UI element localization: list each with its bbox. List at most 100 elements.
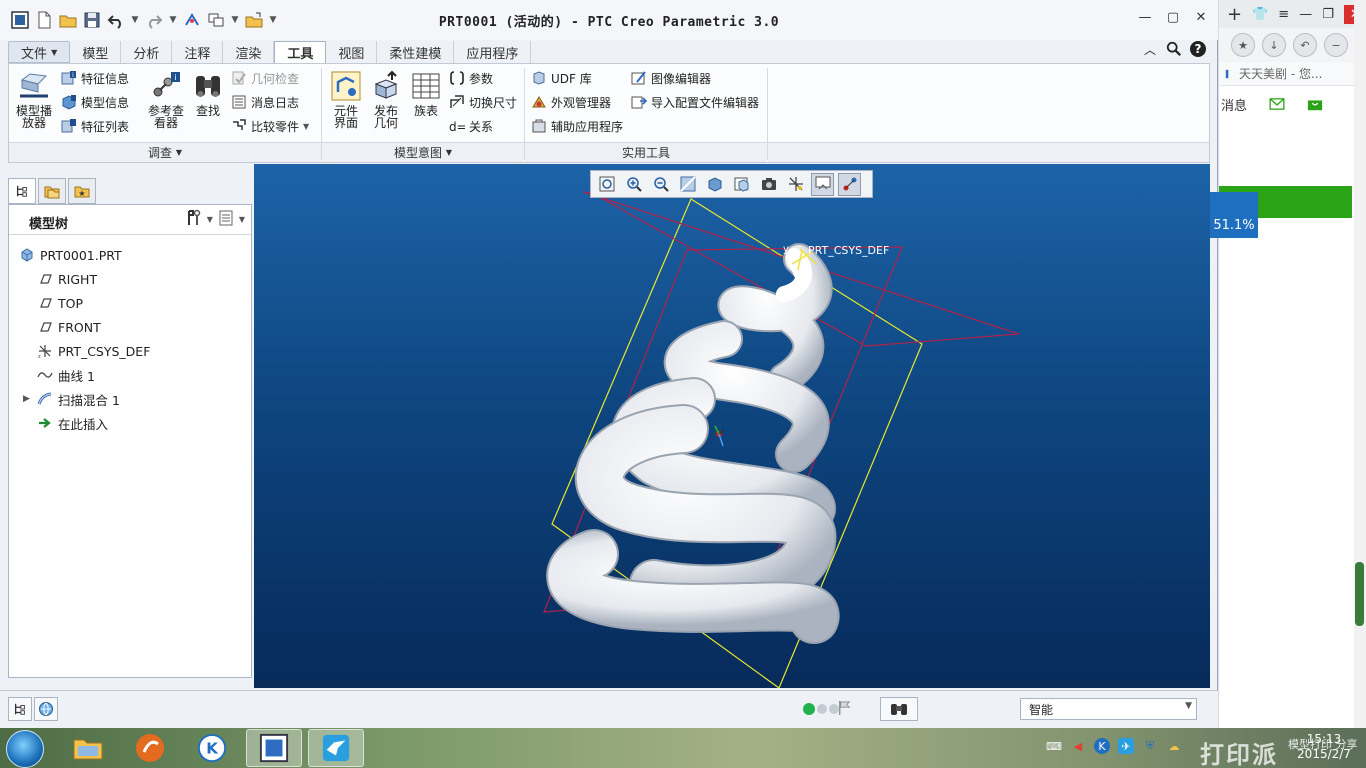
navtab-model-tree[interactable] [8,178,36,204]
mail-icon[interactable] [1269,98,1285,110]
component-interface-button[interactable]: 元件 界面 [325,70,367,129]
flag-icon[interactable] [838,699,852,720]
show-browser-icon[interactable] [34,697,58,721]
back-icon[interactable]: ↶ [1293,33,1317,57]
settings-dropdown-icon[interactable]: ▼ [207,215,213,224]
tab-annotate[interactable]: 注释 [172,41,224,63]
start-button[interactable] [6,730,44,768]
restore-icon[interactable]: ❐ [1322,7,1334,22]
tree-item-curve[interactable]: 曲线 1 [19,363,150,387]
tree-item-top[interactable]: TOP [19,291,150,315]
group-investigate-bar[interactable]: 调查 ▼ [9,142,321,162]
tree-item-swept-blend[interactable]: ▶ 扫描混合 1 [19,387,150,411]
tab-file-label: 文件 [21,46,48,62]
tree-item-part[interactable]: PRT0001.PRT [19,243,150,267]
tab-tools[interactable]: 工具 [274,41,327,63]
menu-icon[interactable]: ≡ [1278,7,1289,22]
tab-file[interactable]: 文件 ▼ [8,41,71,63]
find-button[interactable]: 查找 [187,70,229,117]
taskbar-creo[interactable] [246,729,302,767]
browser-scroll-thumb[interactable] [1355,562,1364,626]
group-model-intent-bar[interactable]: 模型意图 ▼ [322,142,524,162]
regeneration-status[interactable] [803,703,839,715]
spring-tube[interactable] [546,243,840,644]
download-icon[interactable]: ↓ [1262,33,1286,57]
import-config-editor-button[interactable]: 导入配置文件编辑器 [631,92,759,112]
new-tab-icon[interactable]: + [1227,4,1242,25]
zoom-out-icon[interactable] [649,173,672,196]
saved-orientations-icon[interactable] [730,173,753,196]
taskbar-explorer[interactable] [60,729,116,767]
udf-library-button[interactable]: UDF 库 [531,68,592,88]
publish-geometry-button[interactable]: 发布 几何 [365,70,407,129]
zoom-in-icon[interactable] [622,173,645,196]
feature-info-button[interactable]: i 特征信息 [61,68,129,88]
show-dropdown-icon[interactable]: ▼ [239,215,245,224]
tree-item-insert-here[interactable]: 在此插入 [19,411,150,435]
tab-flexible-modeling[interactable]: 柔性建模 [377,41,455,63]
search-icon[interactable] [1165,40,1183,58]
family-table-button[interactable]: 族表 [405,70,447,117]
bookmark-link[interactable]: 天天美剧 - 您... [1239,65,1322,82]
feature-list-button[interactable]: 特征列表 [61,116,129,136]
message-log-button[interactable]: 消息日志 [231,92,299,112]
tab-render[interactable]: 渲染 [223,41,275,63]
find-binoculars-button[interactable] [880,697,918,721]
navtab-favorites[interactable]: ★ [68,178,96,204]
maximize-icon[interactable]: ▢ [1166,10,1180,25]
relations-button[interactable]: d= 关系 [449,116,493,136]
taskbar-app-bird[interactable] [308,729,364,767]
compare-part-button[interactable]: 比较零件 ▼ [231,116,309,136]
shopping-bag-icon[interactable] [1307,97,1323,111]
compare-part-dropdown-icon[interactable]: ▼ [303,122,309,131]
repaint-icon[interactable] [676,173,699,196]
model-info-button[interactable]: 模型信息 [61,92,129,112]
tab-view[interactable]: 视图 [326,41,378,63]
graphics-window[interactable]: y PRT_CSYS_DEF [254,164,1210,688]
selection-filter-select[interactable]: 智能 ▼ [1020,698,1197,720]
tree-item-right[interactable]: RIGHT [19,267,150,291]
cloud-tray-icon[interactable]: ☁ [1166,738,1182,754]
volume-icon[interactable]: ◀ [1070,738,1086,754]
show-navigator-icon[interactable] [8,697,32,721]
appearance-manager-button[interactable]: 外观管理器 [531,92,611,112]
switch-dimensions-button[interactable]: 切换尺寸 [449,92,517,112]
spin-center-icon[interactable] [838,172,861,196]
favorite-star-icon[interactable]: ★ [1231,33,1255,57]
minus-icon[interactable]: − [1324,33,1348,57]
geometry-check-button[interactable]: 几何检查 [231,68,299,88]
navtab-folder-browser[interactable] [38,178,66,204]
tree-item-csys[interactable]: z PRT_CSYS_DEF [19,339,150,363]
shirt-icon[interactable]: 👕 [1252,7,1268,22]
bird-tray-icon[interactable]: ✈ [1118,738,1134,754]
speed-percent-badge[interactable]: 51.1% [1210,192,1258,238]
annotation-display-icon[interactable] [811,172,834,196]
tab-analysis[interactable]: 分析 [121,41,173,63]
shield-icon[interactable]: ⛨ [1142,738,1158,754]
view-manager-icon[interactable] [757,173,780,196]
display-style-icon[interactable] [703,173,726,196]
reference-viewer-button[interactable]: i 参考查 看器 [145,70,187,129]
model-player-button[interactable]: 模型播 放器 [13,70,55,129]
auxiliary-applications-button[interactable]: 辅助应用程序 [531,116,623,136]
refit-icon[interactable] [595,173,618,196]
settings-icon[interactable] [185,209,203,230]
close-icon[interactable]: ✕ [1194,10,1208,25]
show-list-icon[interactable] [217,209,235,230]
message-label[interactable]: 消息 [1221,95,1247,114]
image-editor-button[interactable]: 图像编辑器 [631,68,711,88]
tree-item-front[interactable]: FRONT [19,315,150,339]
tab-applications[interactable]: 应用程序 [454,41,532,63]
expand-arrow-icon[interactable]: ▶ [23,394,30,404]
minimize-ribbon-icon[interactable]: ︿ [1141,40,1159,58]
taskbar-app-orange[interactable] [122,729,178,767]
datum-display-icon[interactable] [784,173,807,196]
taskbar-app-k[interactable]: K [184,729,240,767]
keyboard-icon[interactable]: ⌨ [1046,738,1062,754]
help-icon[interactable]: ? [1189,40,1207,58]
tab-model[interactable]: 模型 [70,41,122,63]
minimize-icon[interactable]: — [1138,10,1152,25]
parameters-button[interactable]: 参数 [449,68,493,88]
minimize-icon[interactable]: — [1299,7,1312,22]
k-tray-icon[interactable]: K [1094,738,1110,754]
